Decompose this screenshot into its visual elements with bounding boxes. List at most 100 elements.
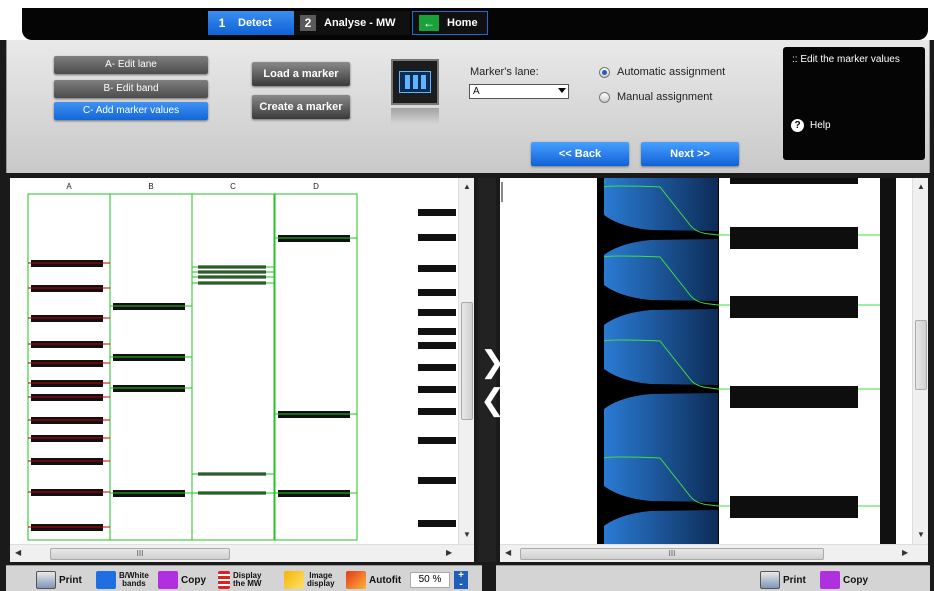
profile-print-label: Print xyxy=(783,574,806,586)
profile-band xyxy=(730,178,858,184)
right-dark-strip xyxy=(880,178,896,544)
autofit-button[interactable]: Autofit xyxy=(346,570,401,590)
scroll-left-icon[interactable]: ◀ xyxy=(505,548,511,557)
top-tab-bar: 1 Detect 2 Analyse - MW ← Home xyxy=(0,0,934,40)
gel-image[interactable]: A B C D xyxy=(10,178,458,544)
profile-band xyxy=(730,227,858,249)
tab-home-label: Home xyxy=(447,17,478,29)
control-panel: A- Edit lane B- Edit band C- Add marker … xyxy=(6,40,930,173)
marker-icon-reflection xyxy=(391,108,439,124)
lane-frame-c xyxy=(191,193,275,541)
tab-detect-label: Detect xyxy=(238,17,272,29)
printer-icon xyxy=(36,571,56,589)
profile-copy-label: Copy xyxy=(843,574,868,586)
autofit-label: Autofit xyxy=(369,574,402,586)
next-button[interactable]: Next >> xyxy=(641,142,739,166)
lane-label-c: C xyxy=(230,182,236,191)
scroll-right-icon[interactable]: ▶ xyxy=(446,548,452,557)
ladder-band xyxy=(418,289,456,296)
gel-vscroll-thumb[interactable] xyxy=(461,302,473,420)
radio-selected-icon xyxy=(599,66,610,78)
ladder-band xyxy=(418,265,456,272)
scroll-left-icon[interactable]: ◀ xyxy=(15,548,21,557)
image-display-line2: display xyxy=(307,579,335,588)
tab-analyse-number: 2 xyxy=(300,15,316,31)
gel-hscroll-thumb[interactable]: III xyxy=(50,548,230,560)
tab-home[interactable]: ← Home xyxy=(412,11,488,35)
profile-band xyxy=(730,496,858,518)
edit-band-button[interactable]: B- Edit band xyxy=(54,80,208,98)
copy-button[interactable]: Copy xyxy=(158,570,206,590)
add-marker-values-button[interactable]: C- Add marker values xyxy=(54,102,208,120)
lane-label-d: D xyxy=(313,182,319,191)
automatic-assignment-label: Automatic assignment xyxy=(617,66,726,78)
lane-label-a: A xyxy=(66,182,72,191)
ladder-band xyxy=(418,328,456,335)
scroll-up-icon[interactable]: ▲ xyxy=(917,182,925,191)
scroll-right-icon[interactable]: ▶ xyxy=(902,548,908,557)
tab-analyse-mw[interactable]: 2 Analyse - MW xyxy=(294,11,410,35)
profile-hscroll-thumb[interactable]: III xyxy=(520,548,824,560)
marker-lane-select[interactable]: A xyxy=(469,84,569,99)
pane-splitter[interactable]: ❯ ❮ xyxy=(478,178,505,562)
help-label: Help xyxy=(810,120,831,131)
print-label: Print xyxy=(59,574,82,586)
scroll-up-icon[interactable]: ▲ xyxy=(463,182,471,191)
chevron-down-icon xyxy=(558,88,566,93)
manual-assignment-label: Manual assignment xyxy=(617,91,713,103)
lane-label-b: B xyxy=(148,182,153,191)
marker-lane-label: Marker's lane: xyxy=(470,66,539,78)
gel-vertical-scrollbar[interactable]: ▲ ▼ xyxy=(458,178,474,544)
back-arrow-icon: ← xyxy=(419,15,439,31)
profile-band xyxy=(730,296,858,318)
profile-vscroll-thumb[interactable] xyxy=(915,320,927,390)
profile-print-button[interactable]: Print xyxy=(760,570,806,590)
ladder-band xyxy=(418,209,456,216)
copy-icon xyxy=(158,571,178,589)
info-text: :: Edit the marker values xyxy=(792,54,900,65)
zoom-level[interactable]: 50 % xyxy=(410,572,450,588)
marker-lane-value: A xyxy=(473,86,480,97)
display-mw-button[interactable]: Display the MW xyxy=(218,570,261,590)
profile-horizontal-scrollbar[interactable]: ◀ III ▶ xyxy=(500,544,928,562)
load-marker-button[interactable]: Load a marker xyxy=(252,62,350,86)
tab-analyse-label: Analyse - MW xyxy=(324,17,396,29)
print-button[interactable]: Print xyxy=(36,570,82,590)
bw-bands-button[interactable]: B/White bands xyxy=(96,570,149,590)
image-display-icon xyxy=(284,571,304,589)
gel-horizontal-scrollbar[interactable]: ◀ III ▶ xyxy=(10,544,474,562)
profile-vertical-scrollbar[interactable]: ▲ ▼ xyxy=(912,178,928,544)
ladder-band xyxy=(418,386,456,393)
bw-label-line2: bands xyxy=(122,579,146,588)
gel-toolbar: Print B/White bands Copy Display the MW Im… xyxy=(6,565,482,591)
back-button[interactable]: << Back xyxy=(531,142,629,166)
display-mw-line2: the MW xyxy=(233,579,262,588)
tab-detect[interactable]: 1 Detect xyxy=(208,11,294,35)
radio-unselected-icon xyxy=(599,91,610,103)
ladder-band xyxy=(418,364,456,371)
profile-copy-button[interactable]: Copy xyxy=(820,570,868,590)
profile-toolbar: Print Copy xyxy=(496,565,930,591)
zoom-stepper[interactable]: + - xyxy=(454,571,468,590)
ladder-band xyxy=(418,342,456,349)
mw-ladder-icon xyxy=(218,571,230,589)
ladder-band xyxy=(418,477,456,484)
gel-image-pane[interactable]: A B C D ▲ ▼ ◀ III ▶ xyxy=(10,178,474,562)
wand-icon xyxy=(346,571,366,589)
ladder-band xyxy=(418,408,456,415)
help-link[interactable]: ? Help xyxy=(791,119,831,132)
lane-profile-image[interactable] xyxy=(500,178,912,544)
ladder-band xyxy=(418,309,456,316)
profile-band xyxy=(730,386,858,408)
tab-detect-number: 1 xyxy=(218,16,226,30)
automatic-assignment-radio[interactable]: Automatic assignment xyxy=(599,66,725,78)
ladder-band xyxy=(418,234,456,241)
image-display-button[interactable]: Image display xyxy=(284,570,335,590)
edit-lane-button[interactable]: A- Edit lane xyxy=(54,56,208,74)
profile-image-pane[interactable]: ▲ ▼ ◀ III ▶ xyxy=(500,178,928,562)
manual-assignment-radio[interactable]: Manual assignment xyxy=(599,91,712,103)
copy-label: Copy xyxy=(181,574,206,586)
scroll-down-icon[interactable]: ▼ xyxy=(463,530,471,539)
scroll-down-icon[interactable]: ▼ xyxy=(917,530,925,539)
create-marker-button[interactable]: Create a marker xyxy=(252,95,350,119)
